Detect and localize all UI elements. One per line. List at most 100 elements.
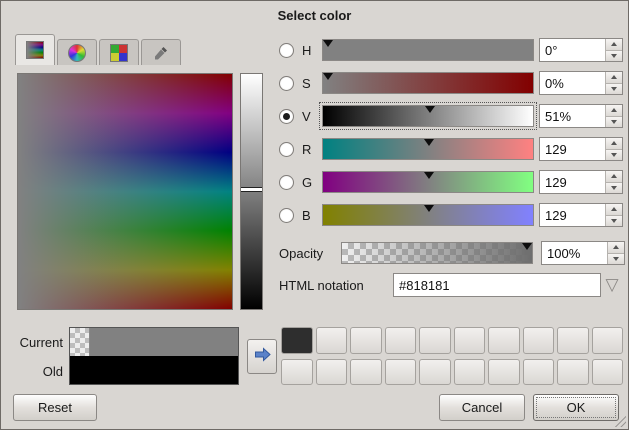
gimp-selector-icon	[26, 41, 44, 59]
palette-swatch[interactable]	[454, 327, 486, 354]
spin-buttons	[605, 171, 622, 193]
arrow-up-icon	[611, 141, 617, 145]
spinbox-g[interactable]	[539, 170, 623, 194]
spin-down-button[interactable]	[606, 50, 622, 62]
arrow-down-icon	[611, 186, 617, 190]
palette-history	[281, 327, 623, 385]
radio-r[interactable]	[279, 142, 294, 157]
channel-row-g: G	[279, 170, 623, 194]
palette-swatch[interactable]	[454, 359, 486, 386]
spinbox-opacity[interactable]	[541, 241, 625, 265]
slider-h[interactable]	[322, 39, 534, 61]
html-notation-dropdown-icon[interactable]: ▽	[601, 274, 623, 296]
palette-swatch[interactable]	[419, 327, 451, 354]
radio-b[interactable]	[279, 208, 294, 223]
spin-down-button[interactable]	[606, 116, 622, 128]
spinbox-b[interactable]	[539, 203, 623, 227]
palette-swatch[interactable]	[557, 359, 589, 386]
channel-label-v: V	[302, 109, 316, 124]
arrow-down-icon	[611, 153, 617, 157]
radio-g[interactable]	[279, 175, 294, 190]
radio-v[interactable]	[279, 109, 294, 124]
spin-buttons	[605, 72, 622, 94]
spinbox-h[interactable]	[539, 38, 623, 62]
color-square[interactable]	[17, 73, 233, 310]
spin-up-button[interactable]	[606, 171, 622, 182]
spin-down-button[interactable]	[606, 182, 622, 194]
old-color-swatch[interactable]	[70, 356, 238, 384]
spinbox-b-input[interactable]	[540, 204, 603, 226]
spin-down-button[interactable]	[608, 253, 624, 265]
palette-swatch[interactable]	[488, 359, 520, 386]
tab-eyedropper[interactable]	[141, 39, 181, 65]
radio-s[interactable]	[279, 76, 294, 91]
tab-color-wheel[interactable]	[57, 39, 97, 65]
spinbox-v[interactable]	[539, 104, 623, 128]
palette-swatch[interactable]	[281, 359, 313, 386]
palette-swatch[interactable]	[592, 327, 624, 354]
slider-r-handle[interactable]	[424, 139, 434, 146]
value-bar-handle[interactable]	[241, 187, 262, 192]
palette-swatch[interactable]	[316, 359, 348, 386]
old-label: Old	[5, 364, 63, 379]
palette-swatch[interactable]	[419, 359, 451, 386]
arrow-up-icon	[611, 75, 617, 79]
palette-swatch[interactable]	[385, 359, 417, 386]
slider-v-handle[interactable]	[425, 106, 435, 113]
reset-button[interactable]: Reset	[13, 394, 97, 421]
slider-g-handle[interactable]	[424, 172, 434, 179]
palette-swatch[interactable]	[592, 359, 624, 386]
tab-gimp-selector[interactable]	[15, 34, 55, 65]
arrow-up-icon	[613, 245, 619, 249]
spinbox-opacity-input[interactable]	[542, 242, 605, 264]
palette-swatch[interactable]	[281, 327, 313, 354]
value-bar[interactable]	[240, 73, 263, 310]
right-arrow-icon	[253, 345, 272, 369]
slider-r[interactable]	[322, 138, 534, 160]
spin-up-button[interactable]	[608, 242, 624, 253]
palette-swatch[interactable]	[350, 327, 382, 354]
slider-g[interactable]	[322, 171, 534, 193]
palette-swatch[interactable]	[523, 359, 555, 386]
channel-label-h: H	[302, 43, 316, 58]
spin-up-button[interactable]	[606, 72, 622, 83]
slider-b[interactable]	[322, 204, 534, 226]
radio-h[interactable]	[279, 43, 294, 58]
spinbox-r-input[interactable]	[540, 138, 603, 160]
tab-palette[interactable]	[99, 39, 139, 65]
slider-b-handle[interactable]	[424, 205, 434, 212]
slider-v[interactable]	[322, 105, 534, 127]
palette-swatch[interactable]	[350, 359, 382, 386]
spin-up-button[interactable]	[606, 204, 622, 215]
arrow-down-icon	[611, 54, 617, 58]
slider-s[interactable]	[322, 72, 534, 94]
palette-swatch[interactable]	[385, 327, 417, 354]
spin-down-button[interactable]	[606, 83, 622, 95]
spin-down-button[interactable]	[606, 215, 622, 227]
slider-h-handle[interactable]	[323, 40, 333, 47]
opacity-handle[interactable]	[522, 243, 532, 250]
html-notation-label: HTML notation	[279, 278, 379, 293]
spin-down-button[interactable]	[606, 149, 622, 161]
cancel-button[interactable]: Cancel	[439, 394, 525, 421]
spinbox-s-input[interactable]	[540, 72, 603, 94]
ok-button[interactable]: OK	[533, 394, 619, 421]
spin-up-button[interactable]	[606, 105, 622, 116]
arrow-up-icon	[611, 42, 617, 46]
spin-up-button[interactable]	[606, 39, 622, 50]
spin-up-button[interactable]	[606, 138, 622, 149]
palette-icon	[110, 44, 128, 62]
palette-swatch[interactable]	[316, 327, 348, 354]
palette-swatch[interactable]	[523, 327, 555, 354]
opacity-slider[interactable]	[341, 242, 533, 264]
html-notation-input[interactable]	[393, 273, 601, 297]
spinbox-v-input[interactable]	[540, 105, 603, 127]
store-color-button[interactable]	[247, 339, 277, 374]
palette-swatch[interactable]	[488, 327, 520, 354]
spinbox-g-input[interactable]	[540, 171, 603, 193]
spinbox-r[interactable]	[539, 137, 623, 161]
spinbox-h-input[interactable]	[540, 39, 603, 61]
palette-swatch[interactable]	[557, 327, 589, 354]
spinbox-s[interactable]	[539, 71, 623, 95]
slider-s-handle[interactable]	[323, 73, 333, 80]
